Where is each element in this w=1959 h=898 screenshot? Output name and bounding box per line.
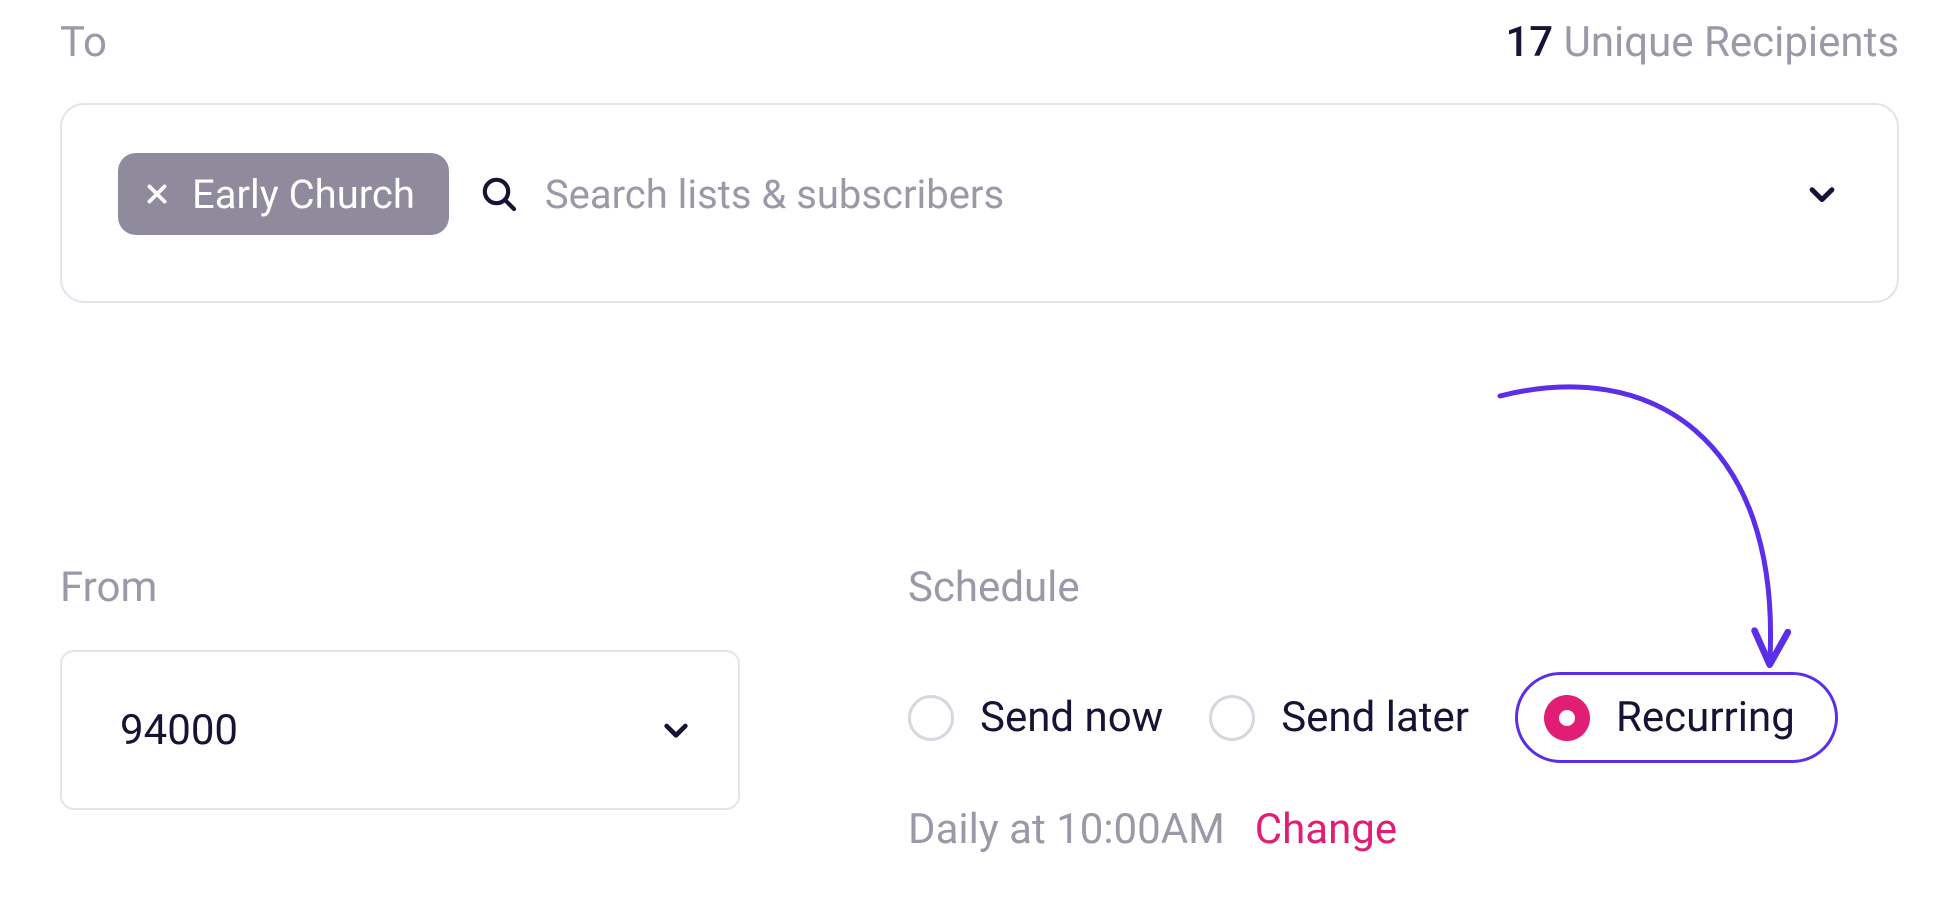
- radio-recurring[interactable]: Recurring: [1515, 672, 1838, 763]
- chevron-down-icon[interactable]: [1805, 177, 1839, 211]
- recipients-suffix: Unique Recipients: [1564, 18, 1899, 67]
- to-label: To: [60, 18, 107, 67]
- to-combobox[interactable]: Early Church: [60, 103, 1899, 303]
- radio-send-now[interactable]: Send now: [908, 693, 1163, 742]
- schedule-description-text: Daily at 10:00AM: [908, 805, 1225, 854]
- recipient-chip: Early Church: [118, 153, 449, 235]
- radio-label: Send later: [1281, 693, 1469, 742]
- schedule-description: Daily at 10:00AM Change: [908, 805, 1899, 854]
- change-schedule-link[interactable]: Change: [1255, 805, 1397, 854]
- radio-send-later[interactable]: Send later: [1209, 693, 1469, 742]
- from-select[interactable]: 94000: [60, 650, 740, 810]
- search-wrap: [479, 153, 1847, 235]
- schedule-column: Schedule Send now Send later Recurring D…: [908, 563, 1899, 854]
- recipient-chip-label: Early Church: [192, 171, 415, 218]
- chevron-down-icon: [660, 714, 692, 746]
- radio-icon: [1209, 695, 1255, 741]
- schedule-options: Send now Send later Recurring: [908, 672, 1899, 763]
- from-column: From 94000: [60, 563, 740, 854]
- recipients-number: 17: [1505, 18, 1553, 67]
- close-icon[interactable]: [144, 181, 170, 207]
- search-icon: [479, 174, 519, 214]
- radio-label: Recurring: [1616, 693, 1795, 742]
- search-input[interactable]: [543, 153, 1847, 235]
- to-header-row: To 17 Unique Recipients: [60, 0, 1899, 67]
- lower-row: From 94000 Schedule Send now Send later: [60, 563, 1899, 854]
- from-label: From: [60, 563, 740, 612]
- compose-form: To 17 Unique Recipients Early Church Fro…: [0, 0, 1959, 898]
- schedule-label: Schedule: [908, 563, 1899, 612]
- recipients-count: 17 Unique Recipients: [1505, 18, 1899, 67]
- radio-icon: [908, 695, 954, 741]
- from-value: 94000: [120, 706, 238, 755]
- radio-icon: [1544, 695, 1590, 741]
- radio-label: Send now: [980, 693, 1163, 742]
